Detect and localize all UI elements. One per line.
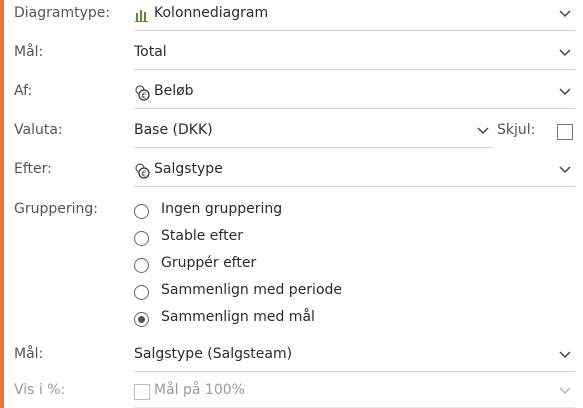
chevron-down-icon [559, 166, 571, 174]
maal2-row: Mål: Salgstype (Salgsteam) [14, 342, 575, 372]
radio-button[interactable] [134, 258, 149, 273]
valuta-value: Base (DKK) [134, 122, 213, 138]
svg-text:€: € [141, 170, 146, 179]
maal-100-label: Mål på 100% [154, 382, 245, 398]
radio-button[interactable] [134, 204, 149, 219]
efter-value: € Salgstype [134, 161, 223, 179]
gruppering-label: Gruppering: [14, 201, 98, 217]
maal-row: Mål: Total [14, 40, 575, 70]
chevron-down-icon [559, 387, 571, 395]
chevron-down-icon [559, 351, 571, 359]
vis-procent-select[interactable]: Mål på 100% [134, 378, 575, 408]
radio-label: Ingen gruppering [161, 201, 283, 217]
chevron-down-icon [559, 10, 571, 18]
vis-procent-row: Vis i %: Mål på 100% [14, 378, 575, 408]
valuta-select[interactable]: Base (DKK) [134, 118, 493, 148]
chevron-down-icon [559, 88, 571, 96]
efter-label: Efter: [14, 161, 52, 177]
efter-row: Efter: € Salgstype [14, 157, 575, 187]
maal-100-checkbox[interactable] [134, 384, 150, 400]
skjul-label: Skjul: [497, 122, 536, 138]
skjul-checkbox[interactable] [557, 124, 573, 140]
af-select[interactable]: € Beløb [134, 79, 575, 109]
diagramtype-value: Kolonnediagram [134, 5, 269, 22]
radio-button[interactable] [134, 285, 149, 300]
skjul-control: Skjul: [497, 118, 575, 147]
money-icon: € [135, 163, 150, 179]
accent-bar [0, 0, 4, 408]
diagramtype-value-text: Kolonnediagram [154, 5, 269, 21]
radio-label: Gruppér efter [161, 255, 257, 271]
radio-label: Sammenlign med mål [161, 309, 315, 325]
maal-value: Total [134, 44, 167, 60]
chevron-down-icon [477, 127, 489, 135]
af-label: Af: [14, 83, 33, 99]
diagramtype-select[interactable]: Kolonnediagram [134, 1, 575, 31]
af-row: Af: € Beløb [14, 79, 575, 109]
af-value: € Beløb [134, 83, 194, 101]
diagramtype-label: Diagramtype: [14, 5, 111, 21]
maal-select[interactable]: Total [134, 40, 575, 70]
radio-label: Stable efter [161, 228, 243, 244]
radio-button[interactable] [134, 231, 149, 246]
efter-value-text: Salgstype [154, 161, 223, 177]
valuta-label: Valuta: [14, 122, 63, 138]
diagramtype-row: Diagramtype: Kolonnediagram [14, 1, 575, 31]
money-icon: € [135, 85, 150, 101]
maal-label: Mål: [14, 44, 44, 60]
maal2-label: Mål: [14, 346, 44, 362]
efter-select[interactable]: € Salgstype [134, 157, 575, 187]
maal2-value: Salgstype (Salgsteam) [134, 346, 293, 362]
valuta-row: Valuta: Base (DKK) Skjul: [14, 118, 575, 148]
af-value-text: Beløb [154, 83, 194, 99]
radio-label: Sammenlign med periode [161, 282, 343, 298]
maal2-select[interactable]: Salgstype (Salgsteam) [134, 342, 575, 372]
radio-button-selected[interactable] [134, 312, 149, 327]
vis-procent-label: Vis i %: [14, 382, 66, 398]
chevron-down-icon [559, 49, 571, 57]
svg-text:€: € [141, 92, 146, 101]
gruppering-group: Gruppering: Ingen gruppering Stable efte… [14, 197, 575, 342]
bar-chart-icon [135, 10, 148, 22]
